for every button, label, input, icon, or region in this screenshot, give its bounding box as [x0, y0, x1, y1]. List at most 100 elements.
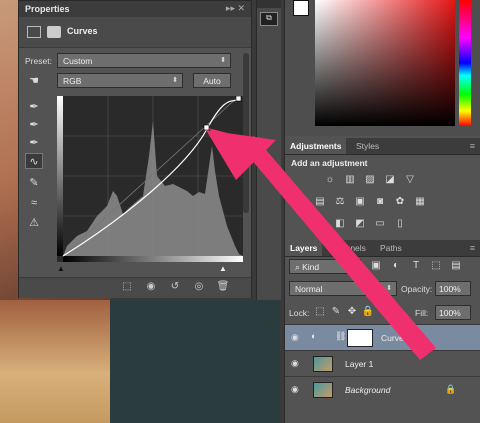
foreground-color-swatch[interactable]: [293, 0, 309, 16]
delete-icon[interactable]: 🗑: [215, 281, 231, 295]
visibility-eye-icon[interactable]: ◉: [291, 332, 299, 343]
layer-name[interactable]: Background: [345, 385, 390, 395]
auto-button[interactable]: Auto: [193, 73, 231, 88]
gradient-map-icon[interactable]: ▭: [373, 218, 387, 230]
properties-titlebar[interactable]: Properties ▸▸ ✕: [19, 1, 251, 18]
posterize-icon[interactable]: ◧: [333, 218, 347, 230]
color-lookup-icon[interactable]: ▦: [413, 196, 427, 208]
channel-dropdown[interactable]: RGB ⬍: [57, 73, 183, 88]
histogram: [63, 121, 243, 256]
sample-gray-point-icon[interactable]: ✒: [25, 117, 43, 133]
black-point-slider-icon[interactable]: ▲: [57, 264, 65, 273]
adjustment-icons-row-1: ☼ ▥ ▨ ◪ ▽: [323, 174, 473, 186]
filter-kind-value: Kind: [302, 262, 320, 272]
panel-menu-icon[interactable]: ≡: [470, 243, 475, 253]
properties-footer: ⬚ ◉ ↺ ◎ 🗑: [19, 277, 251, 298]
sample-white-point-icon[interactable]: ✒: [25, 135, 43, 151]
preset-value: Custom: [63, 56, 93, 66]
visibility-icon[interactable]: ◎: [191, 281, 207, 295]
channel-mixer-icon[interactable]: ✿: [393, 196, 407, 208]
layer-row-layer1[interactable]: ◉ Layer 1: [285, 350, 480, 376]
properties-dock-icon[interactable]: ⧉: [260, 12, 278, 26]
dock-grip[interactable]: [257, 0, 281, 8]
pixel-layer-filter-icon[interactable]: ▣: [369, 260, 383, 272]
curves-icon[interactable]: ▨: [363, 174, 377, 186]
hue-slider[interactable]: [459, 0, 471, 126]
threshold-icon[interactable]: ◩: [353, 218, 367, 230]
layer-name[interactable]: Curves 1: [381, 333, 415, 343]
reset-icon[interactable]: ↺: [167, 281, 183, 295]
collapsed-panel-dock: ⧉: [256, 0, 281, 300]
adjustment-name: Curves: [67, 26, 98, 36]
curve-control-point: [203, 124, 210, 131]
layer-mask-icon[interactable]: [47, 26, 61, 38]
invert-icon[interactable]: ◨: [313, 218, 327, 230]
layer-filter-icons: ▣ ◐ T ⬚ ▤: [369, 260, 479, 272]
curves-adjustment-icon: [27, 26, 41, 38]
layer-row-background[interactable]: ◉ Background 🔒: [285, 376, 480, 402]
preset-dropdown[interactable]: Custom ⬍: [57, 53, 231, 68]
hue-saturation-icon[interactable]: ▤: [313, 196, 327, 208]
vibrance-icon[interactable]: ▽: [403, 174, 417, 186]
color-field[interactable]: [315, 0, 455, 126]
preset-label: Preset:: [25, 56, 52, 66]
view-previous-icon[interactable]: ◉: [143, 281, 159, 295]
right-panel-column: Adjustments Styles ≡ Add an adjustment ☼…: [284, 0, 480, 423]
layer-row-curves[interactable]: ◉ ◐ ⛓ Curves 1: [285, 324, 480, 350]
layer-mask-thumbnail[interactable]: [347, 329, 373, 347]
layer-filter-dropdown[interactable]: ⌕ Kind ⬍: [289, 259, 361, 274]
layers-tabbar: Layers Channels Paths ≡: [285, 240, 480, 257]
sample-black-point-icon[interactable]: ✒: [25, 99, 43, 115]
adjustment-layer-filter-icon[interactable]: ◐: [389, 260, 403, 272]
lock-all-icon[interactable]: 🔒: [361, 306, 375, 318]
properties-scrollbar[interactable]: [243, 53, 249, 213]
lock-position-icon[interactable]: ✥: [345, 306, 359, 318]
white-point-slider-icon[interactable]: ▲: [219, 264, 227, 273]
fill-input[interactable]: 100%: [435, 305, 471, 320]
adjustments-tabbar: Adjustments Styles ≡: [285, 138, 480, 155]
tab-adjustments[interactable]: Adjustments: [285, 138, 347, 154]
smart-object-filter-icon[interactable]: ▤: [449, 260, 463, 272]
type-layer-filter-icon[interactable]: T: [409, 260, 423, 272]
output-gradient-bar: [57, 96, 63, 256]
layer-name[interactable]: Layer 1: [345, 359, 373, 369]
document-canvas-photo-lower: [0, 300, 110, 423]
opacity-input[interactable]: 100%: [435, 281, 471, 296]
clip-to-layer-icon[interactable]: ⬚: [119, 281, 135, 295]
panel-controls[interactable]: ▸▸ ✕: [226, 3, 245, 14]
dropdown-arrow-icon: ⬍: [386, 285, 392, 292]
properties-title: Properties: [25, 4, 70, 14]
curves-graph[interactable]: [57, 95, 243, 262]
exposure-icon[interactable]: ◪: [383, 174, 397, 186]
selective-color-icon[interactable]: ▯: [393, 218, 407, 230]
lock-transparency-icon[interactable]: ⬚: [313, 306, 327, 318]
tab-styles[interactable]: Styles: [351, 138, 384, 154]
chain-link-icon[interactable]: ⛓: [335, 331, 346, 342]
brightness-contrast-icon[interactable]: ☼: [323, 174, 337, 186]
photo-filter-icon[interactable]: ◙: [373, 196, 387, 208]
properties-header: Curves: [19, 17, 251, 48]
color-balance-icon[interactable]: ⚖: [333, 196, 347, 208]
adjustment-layer-icon: ◐: [311, 331, 317, 341]
dropdown-arrow-icon: ⬍: [220, 57, 226, 64]
panel-menu-icon[interactable]: ≡: [470, 141, 475, 151]
edit-points-curve-icon[interactable]: ∿: [25, 153, 43, 169]
tab-paths[interactable]: Paths: [375, 240, 407, 256]
tab-layers[interactable]: Layers: [285, 240, 323, 256]
draw-pencil-icon[interactable]: ✎: [25, 175, 43, 191]
visibility-eye-icon[interactable]: ◉: [291, 384, 299, 395]
lock-image-icon[interactable]: ✎: [329, 306, 343, 318]
black-white-icon[interactable]: ▣: [353, 196, 367, 208]
targeted-adjustment-hand-icon[interactable]: ☚: [25, 73, 43, 89]
clipping-warning-icon[interactable]: ⚠: [25, 215, 43, 231]
visibility-eye-icon[interactable]: ◉: [291, 358, 299, 369]
levels-icon[interactable]: ▥: [343, 174, 357, 186]
adjustment-icons-row-3: ◨ ◧ ◩ ▭ ▯: [313, 218, 473, 230]
tab-channels[interactable]: Channels: [325, 240, 371, 256]
shape-layer-filter-icon[interactable]: ⬚: [429, 260, 443, 272]
blend-mode-dropdown[interactable]: Normal ⬍: [289, 281, 397, 296]
fill-label: Fill:: [415, 308, 429, 318]
smooth-curve-icon[interactable]: ≈: [25, 195, 43, 211]
blend-mode-value: Normal: [295, 284, 323, 294]
adjustments-heading: Add an adjustment: [291, 158, 368, 168]
